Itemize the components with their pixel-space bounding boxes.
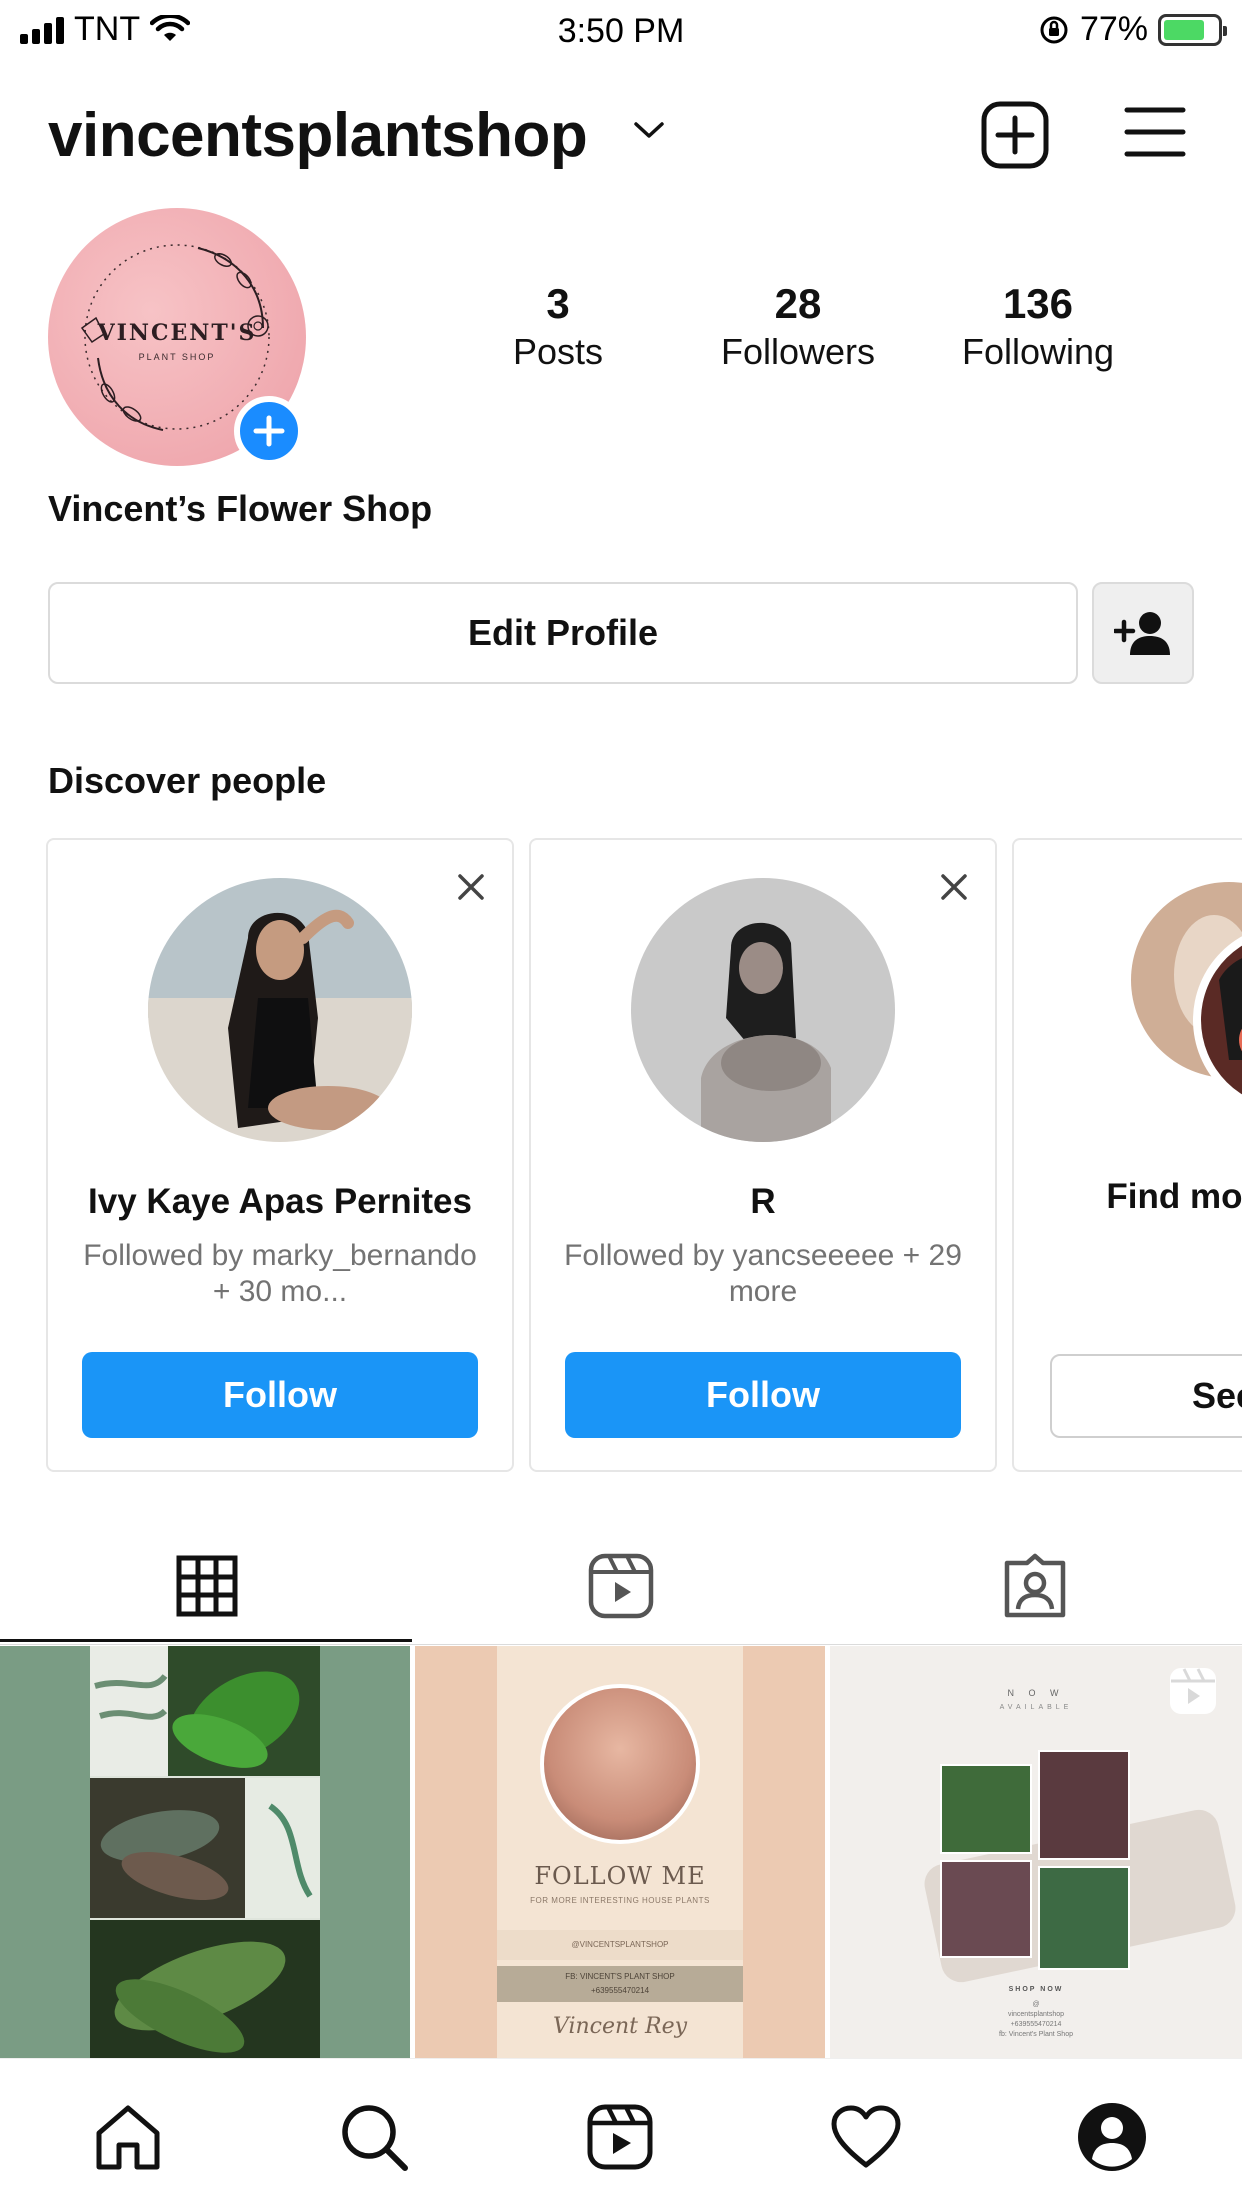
stat-label: Followers xyxy=(720,331,876,372)
post-info-line: fb: Vincent's Plant Shop xyxy=(999,2031,1073,2038)
display-name: Vincent’s Flower Shop xyxy=(48,488,433,529)
search-icon xyxy=(342,2105,408,2171)
tab-tagged[interactable] xyxy=(828,1530,1242,1642)
stat-label: Following xyxy=(961,331,1115,372)
see-all-button[interactable]: See xyxy=(1050,1354,1242,1438)
close-icon[interactable] xyxy=(939,872,969,902)
post-title: FOLLOW ME xyxy=(534,1862,706,1890)
plant-photo-tile xyxy=(1038,1866,1130,1970)
find-more-avatars xyxy=(1119,880,1242,1120)
reels-icon xyxy=(587,2104,653,2170)
post-handle: @VINCENTSPLANTSHOP xyxy=(497,1930,743,1960)
post-signature: Vincent Rey xyxy=(552,2014,688,2039)
edit-profile-button[interactable]: Edit Profile xyxy=(48,582,1078,684)
bottom-navigation xyxy=(0,2058,1242,2208)
post-phone: +639555470214 xyxy=(590,1986,650,1995)
plus-icon xyxy=(253,415,285,447)
suggested-user-name: R xyxy=(750,1182,776,1221)
profile-tabs xyxy=(0,1530,1242,1642)
reels-icon xyxy=(1170,1668,1216,1714)
chevron-down-icon[interactable] xyxy=(632,120,666,140)
post-info-line: vincentsplantshop xyxy=(1007,2011,1065,2018)
active-tab-indicator xyxy=(0,1639,412,1642)
post-info-line: +639555470214 xyxy=(1010,2021,1062,2028)
home-icon xyxy=(96,2105,160,2170)
suggested-user-mutuals: Followed by yancseeeee + 29 more xyxy=(564,1239,962,1308)
stat-label: Posts xyxy=(512,331,604,372)
nav-activity[interactable] xyxy=(826,2097,906,2177)
suggested-user-avatar[interactable] xyxy=(631,878,895,1142)
post-profile-photo xyxy=(540,1684,700,1844)
avatar-stack xyxy=(1131,882,1242,1104)
plant-photo-tile xyxy=(940,1860,1032,1958)
post-thumbnail[interactable]: FOLLOW ME FOR MORE INTERESTING HOUSE PLA… xyxy=(415,1646,825,2058)
profile-header: vincentsplantshop xyxy=(0,90,1242,182)
suggested-user-mutuals: Followed by marky_bernando + 30 mo... xyxy=(83,1239,477,1308)
add-user-icon xyxy=(1114,612,1170,655)
heart-icon xyxy=(831,2105,901,2168)
stat-posts[interactable]: 3 Posts xyxy=(458,278,658,374)
post-info: @ vincentsplantshop +639555470214 fb: Vi… xyxy=(830,2000,1242,2040)
plant-photo-tile xyxy=(1038,1750,1130,1860)
add-story-button[interactable] xyxy=(234,396,304,466)
reels-icon xyxy=(588,1553,654,1619)
close-icon[interactable] xyxy=(456,872,486,902)
follow-button[interactable]: Follow xyxy=(82,1352,478,1438)
post-subtitle: FOR MORE INTERESTING HOUSE PLANTS xyxy=(530,1896,710,1905)
user-photo xyxy=(148,878,412,1142)
post-shop-now: SHOP NOW xyxy=(1008,1986,1064,1993)
discover-people-title: Discover people xyxy=(48,760,327,801)
battery-level xyxy=(1164,19,1205,40)
nav-profile[interactable] xyxy=(1072,2097,1152,2177)
tab-grid[interactable] xyxy=(0,1530,414,1642)
stat-value: 28 xyxy=(774,280,822,327)
avatar-logo-text: VINCENT'S xyxy=(97,320,257,346)
follow-button[interactable]: Follow xyxy=(565,1352,961,1438)
profile-icon xyxy=(1078,2103,1146,2171)
find-more-text: Find mor to fo xyxy=(1106,1177,1242,1216)
tabs-divider xyxy=(0,1644,1242,1645)
account-username[interactable]: vincentsplantshop xyxy=(48,100,588,171)
find-more-card[interactable]: Find mor to fo See xyxy=(1012,838,1242,1472)
stat-value: 3 xyxy=(546,280,570,327)
plant-photo-tile xyxy=(940,1764,1032,1854)
stat-following[interactable]: 136 Following xyxy=(938,278,1138,374)
suggestion-card[interactable]: Ivy Kaye Apas Pernites Followed by marky… xyxy=(46,838,514,1472)
suggested-user-avatar[interactable] xyxy=(148,878,412,1142)
stat-followers[interactable]: 28 Followers xyxy=(698,278,898,374)
menu-icon[interactable] xyxy=(1124,104,1186,160)
battery-percent: 77% xyxy=(1079,10,1148,48)
plant-collage-image xyxy=(90,1646,320,2058)
battery-charging-icon xyxy=(1158,13,1227,46)
new-post-icon[interactable] xyxy=(980,100,1050,170)
user-photo xyxy=(631,878,895,1142)
suggestion-card[interactable]: R Followed by yancseeeee + 29 more Follo… xyxy=(529,838,997,1472)
grid-icon xyxy=(176,1555,238,1617)
nav-home[interactable] xyxy=(88,2097,168,2177)
post-fb: FB: VINCENT'S PLANT SHOP xyxy=(565,1972,675,1981)
stat-value: 136 xyxy=(1002,280,1074,327)
nav-reels[interactable] xyxy=(580,2097,660,2177)
avatar-logo-subtext: PLANT SHOP xyxy=(138,352,216,362)
post-contact: FB: VINCENT'S PLANT SHOP +639555470214 xyxy=(497,1966,743,2002)
discover-people-button[interactable] xyxy=(1092,582,1194,684)
post-info-line: @ xyxy=(1032,2001,1040,2008)
orientation-lock-icon xyxy=(1040,16,1068,43)
nav-search[interactable] xyxy=(334,2097,414,2177)
status-bar: TNT 3:50 PM 77% xyxy=(0,0,1242,62)
tagged-icon xyxy=(1004,1553,1066,1618)
suggested-user-name: Ivy Kaye Apas Pernites xyxy=(88,1182,472,1221)
post-thumbnail[interactable] xyxy=(0,1646,410,2058)
tab-reels[interactable] xyxy=(414,1530,828,1642)
status-right: 77% xyxy=(1038,10,1227,49)
post-thumbnail[interactable]: N O W AVAILABLE SHOP NOW @ vincentsplant… xyxy=(830,1646,1242,2058)
